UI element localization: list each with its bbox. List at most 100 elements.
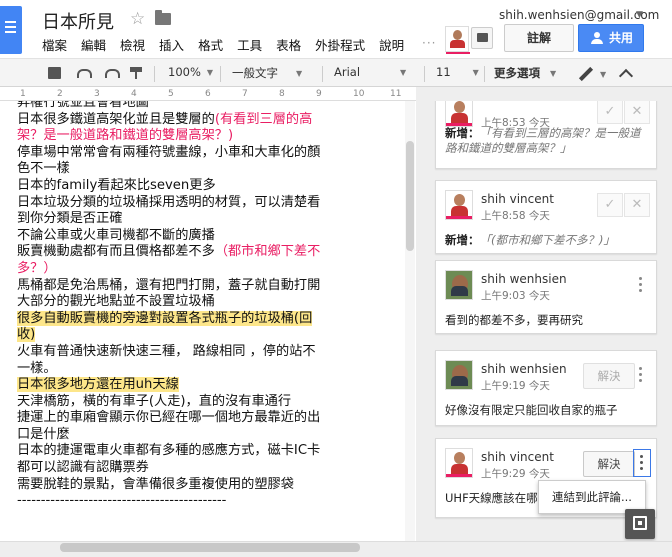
chevron-down-icon[interactable]: ▼ [600, 70, 606, 79]
menu-addons[interactable]: 外掛程式 [315, 35, 365, 54]
doc-line[interactable]: 日本垃圾分類的垃圾桶採用透明的材質，可以清楚看到你分類是否正確 [17, 195, 327, 228]
chevron-down-icon: ▼ [400, 68, 407, 77]
more-vert-icon[interactable] [639, 367, 643, 383]
ruler-tick: 9 [316, 89, 322, 99]
resolve-button[interactable]: 解決 [583, 451, 635, 477]
horizontal-scrollbar[interactable] [60, 543, 360, 552]
resolve-button[interactable]: 解決 [583, 363, 635, 389]
share-button[interactable]: 共用 [578, 24, 644, 52]
document-page[interactable]: 昇權行號並且會看地圖 日本很多鐵道高架化並且是雙層的(有看到三層的高架？是一般道… [0, 101, 416, 541]
doc-line[interactable]: 日本的捷運電車火車都有多種的感應方式，磁卡IC卡都可以認識有認購票券 [17, 443, 327, 476]
comment-author: shih wenhsien [481, 362, 567, 376]
doc-line[interactable]: ----------------------------------------… [17, 493, 327, 510]
doc-line[interactable]: 火車有普通快速新快速三種， 路線相同 ，停的站不一樣。 [17, 344, 327, 377]
comment-time: 上午9:29 今天 [481, 468, 550, 480]
undo-icon[interactable] [76, 67, 92, 79]
ruler-tick: 2 [57, 89, 63, 99]
comment-body: 看到的都差不多，要再研究 [445, 313, 583, 327]
close-icon[interactable]: ✕ [624, 101, 650, 124]
doc-line[interactable]: 昇權行號並且會看地圖 [17, 101, 327, 112]
chevron-down-icon[interactable]: ▼ [636, 10, 643, 20]
chevron-down-icon: ▼ [472, 68, 479, 77]
more-menu-dots[interactable]: ··· [422, 36, 436, 50]
print-icon[interactable] [48, 67, 61, 79]
comment-author: shih vincent [481, 192, 554, 206]
check-icon[interactable]: ✓ [597, 193, 623, 217]
zoom-value: 100% [168, 65, 201, 79]
comment-time: 上午8:58 今天 [481, 210, 550, 222]
paint-format-icon[interactable] [130, 67, 143, 79]
menu-table[interactable]: 表格 [276, 35, 301, 54]
ruler-tick: 11 [390, 89, 402, 99]
collaborator-avatar[interactable] [445, 26, 470, 54]
doc-line[interactable]: 日本很多地方還在用uh天線 [17, 377, 327, 394]
edit-mode-pen-icon[interactable] [579, 67, 593, 81]
more-options-label: 更多選項 [494, 66, 540, 80]
suggest-edits-icon[interactable] [625, 509, 655, 539]
document-body[interactable]: 昇權行號並且會看地圖 日本很多鐵道高架化並且是雙層的(有看到三層的高架？是一般道… [17, 101, 327, 510]
chevron-down-icon: ▼ [206, 68, 214, 77]
menu-tools[interactable]: 工具 [237, 35, 262, 54]
style-value: 一般文字 [232, 66, 278, 80]
doc-line[interactable]: 需要脫鞋的景點，會準備很多重複使用的塑膠袋 [17, 477, 327, 494]
chevron-up-icon[interactable] [618, 67, 634, 85]
ruler-tick: 5 [168, 89, 174, 99]
ruler: 1 2 3 4 5 6 7 8 9 10 11 [0, 87, 416, 101]
font-size-select[interactable]: 11 ▼ [436, 65, 479, 83]
doc-line[interactable]: 停車場中常常會有兩種符號畫線，小車和大車化的顏色不一樣 [17, 145, 327, 178]
close-icon[interactable]: ✕ [624, 193, 650, 217]
vertical-scrollbar[interactable] [405, 101, 415, 541]
doc-line[interactable]: 很多自動販賣機的旁邊對設置各式瓶子的垃圾桶(回收) [17, 310, 327, 344]
document-title[interactable]: 日本所見 [42, 8, 114, 34]
menu-insert[interactable]: 插入 [159, 35, 184, 54]
comment-card[interactable]: shih wenhsien 上午9:03 今天 看到的都差不多，要再研究 [435, 260, 657, 334]
doc-line[interactable]: 不論公車或火車司機都不斷的廣播 [17, 228, 327, 245]
chat-icon[interactable] [471, 27, 493, 49]
docs-logo-icon[interactable] [0, 6, 22, 54]
size-value: 11 [436, 65, 451, 79]
menu-bar: 檔案 編輯 檢視 插入 格式 工具 表格 外掛程式 說明 [42, 35, 418, 54]
ruler-tick: 3 [94, 89, 100, 99]
avatar [445, 270, 473, 300]
doc-line[interactable]: 大部分的觀光地點並不設置垃圾桶 [17, 294, 327, 311]
menu-view[interactable]: 檢視 [120, 35, 145, 54]
paragraph-style-select[interactable]: 一般文字 ▼ [232, 65, 302, 83]
zoom-select[interactable]: 100% ▼ [168, 65, 213, 83]
menu-format[interactable]: 格式 [198, 35, 223, 54]
comment-card[interactable]: shih wenhsien 上午9:19 今天 解決 好像沒有限定只能回收自家的… [435, 350, 657, 426]
redo-icon[interactable] [104, 67, 120, 79]
more-options-select[interactable]: 更多選項 ▼ [494, 65, 556, 83]
folder-icon[interactable] [155, 10, 171, 25]
menu-help[interactable]: 說明 [379, 35, 404, 54]
more-vert-icon[interactable] [639, 277, 643, 293]
doc-line[interactable]: 日本的family看起來比seven更多 [17, 178, 327, 195]
comment-card[interactable]: 上午8:53 今天 ✓ ✕ 新增：「有看到三層的高架？是一般道路和鐵道的雙層高架… [435, 101, 657, 169]
font-select[interactable]: Arial ▼ [334, 65, 406, 83]
comments-sidebar: 上午8:53 今天 ✓ ✕ 新增：「有看到三層的高架？是一般道路和鐵道的雙層高架… [432, 101, 672, 541]
ruler-tick: 4 [131, 89, 137, 99]
comment-time: 上午9:03 今天 [481, 290, 550, 302]
comment-card[interactable]: shih vincent 上午8:58 今天 ✓ ✕ 新增：「(都市和鄉下差不多… [435, 180, 657, 254]
more-vert-icon[interactable] [633, 449, 651, 477]
menu-file[interactable]: 檔案 [42, 35, 67, 54]
doc-line[interactable]: 日本很多鐵道高架化並且是雙層的(有看到三層的高架？是一般道路和鐵道的雙層高架？) [17, 112, 327, 145]
comment-body: 新增：「(都市和鄉下差不多？)」 [445, 233, 615, 247]
chevron-down-icon: ▼ [550, 69, 557, 78]
avatar [445, 101, 473, 127]
doc-line[interactable]: 馬桶都是免治馬桶，還有把門打開，蓋子就自動打開 [17, 278, 327, 295]
star-icon[interactable]: ☆ [130, 9, 145, 29]
comments-button[interactable]: 註解 [504, 24, 574, 52]
ruler-tick: 1 [20, 89, 26, 99]
ruler-tick: 10 [353, 89, 365, 99]
doc-line[interactable]: 販賣機動處都有而且價格都差不多（都市和鄉下差不多？） [17, 244, 327, 277]
chevron-down-icon: ▼ [296, 69, 303, 78]
doc-line[interactable]: 天津橋筋，橫的有車子(人走)，直的沒有車通行 [17, 394, 327, 411]
comment-body: 好像沒有限定只能回收自家的瓶子 [445, 403, 618, 417]
menu-edit[interactable]: 編輯 [81, 35, 106, 54]
toolbar: 100% ▼ 一般文字 ▼ Arial ▼ 11 ▼ 更多選項 ▼ ▼ [0, 58, 672, 87]
ruler-tick: 6 [205, 89, 211, 99]
doc-line[interactable]: 捷運上的車廂會顯示你已經在哪一個地方最靠近的出口是什麼 [17, 410, 327, 443]
share-label: 共用 [609, 31, 634, 45]
font-value: Arial [334, 65, 361, 79]
check-icon[interactable]: ✓ [597, 101, 623, 124]
